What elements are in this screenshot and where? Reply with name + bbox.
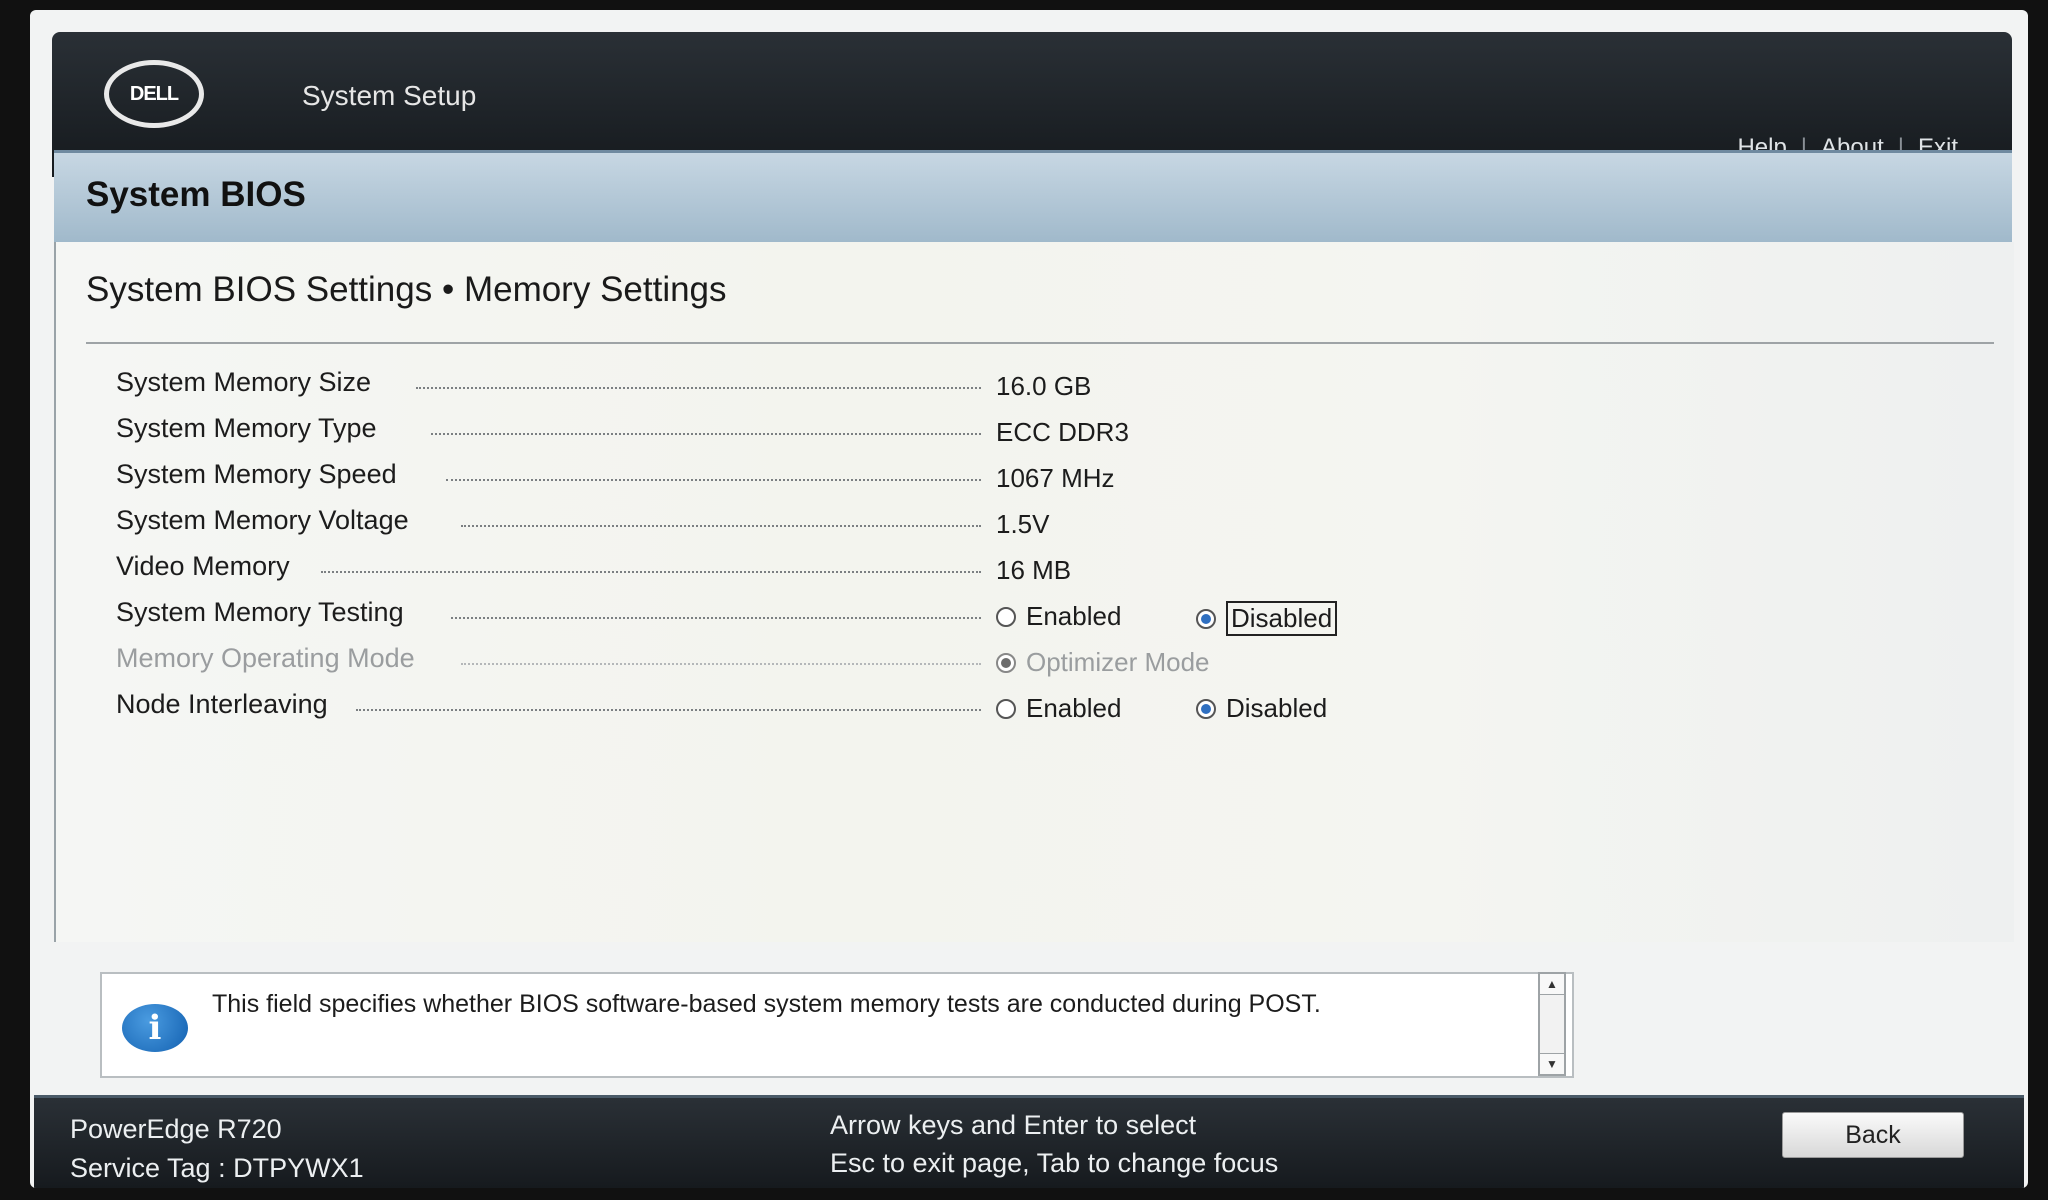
memory-testing-enabled-option[interactable]: Enabled	[996, 601, 1121, 632]
option-label: Enabled	[1026, 693, 1122, 723]
radio-button[interactable]	[996, 698, 1016, 719]
navigation-hint: Arrow keys and Enter to select	[830, 1110, 1197, 1140]
back-button[interactable]: Back	[1782, 1112, 1964, 1158]
row-memory-operating-mode: Memory Operating Mode Optimizer Mode	[116, 643, 1516, 683]
radio-button-selected[interactable]	[1196, 608, 1216, 629]
title-divider	[86, 342, 1994, 344]
row-system-memory-voltage: System Memory Voltage 1.5V	[116, 505, 1516, 545]
memory-testing-disabled-option[interactable]: Disabled	[1196, 601, 1338, 636]
row-system-memory-type: System Memory Type ECC DDR3	[116, 413, 1516, 453]
setting-value: 1067 MHz	[996, 463, 1115, 493]
dotted-leader	[461, 525, 981, 527]
app-title: System Setup	[302, 80, 477, 111]
dotted-leader	[451, 617, 981, 619]
row-system-memory-size: System Memory Size 16.0 GB	[116, 367, 1516, 407]
help-text: This field specifies whether BIOS softwa…	[212, 990, 1321, 1018]
radio-button[interactable]	[996, 606, 1016, 627]
service-tag: Service Tag : DTPYWX1	[70, 1153, 364, 1183]
option-label: Optimizer Mode	[1026, 647, 1210, 677]
node-interleaving-enabled-option[interactable]: Enabled	[996, 693, 1121, 724]
dotted-leader	[461, 663, 981, 665]
setting-value: ECC DDR3	[996, 417, 1129, 447]
setting-label: System Memory Speed	[116, 459, 397, 489]
setting-label: System Memory Testing	[116, 597, 404, 627]
setting-value: 16.0 GB	[996, 371, 1092, 401]
setting-label: System Memory Voltage	[116, 505, 409, 535]
option-label: Disabled	[1226, 693, 1328, 723]
footer-bar: PowerEdge R720 Service Tag : DTPYWX1 Arr…	[34, 1095, 2024, 1188]
row-node-interleaving: Node Interleaving Enabled Disabled	[116, 689, 1516, 729]
setting-label: System Memory Size	[116, 367, 372, 397]
section-title: System BIOS	[86, 175, 306, 214]
navigation-hint: Esc to exit page, Tab to change focus	[830, 1148, 1279, 1178]
system-model: PowerEdge R720	[70, 1114, 282, 1144]
radio-button-selected[interactable]	[1196, 698, 1216, 719]
section-banner: System BIOS	[54, 150, 2012, 245]
page-title: System BIOS Settings • Memory Settings	[86, 270, 727, 309]
row-video-memory: Video Memory 16 MB	[116, 551, 1516, 591]
scroll-up-icon[interactable]: ▲	[1540, 974, 1564, 995]
settings-panel: System BIOS Settings • Memory Settings S…	[54, 242, 2014, 942]
bios-screen: DELL System Setup Help | About | Exit Sy…	[30, 10, 2028, 1188]
dotted-leader	[431, 433, 981, 435]
optimizer-mode-option: Optimizer Mode	[996, 647, 1210, 678]
row-system-memory-speed: System Memory Speed 1067 MHz	[116, 459, 1516, 499]
option-label: Enabled	[1026, 601, 1122, 631]
dotted-leader	[321, 571, 981, 573]
dotted-leader	[416, 387, 981, 389]
info-icon: i	[122, 1004, 188, 1052]
setting-label: System Memory Type	[116, 413, 377, 443]
setting-value: 16 MB	[996, 555, 1072, 585]
node-interleaving-disabled-option[interactable]: Disabled	[1196, 693, 1327, 724]
dell-logo: DELL	[104, 60, 204, 128]
setting-label: Video Memory	[116, 551, 290, 581]
help-panel: i This field specifies whether BIOS soft…	[100, 972, 1574, 1078]
setting-label: Node Interleaving	[116, 689, 328, 719]
option-label-focused: Disabled	[1226, 601, 1338, 636]
help-scrollbar[interactable]: ▲ ▼	[1538, 972, 1566, 1076]
radio-button-selected	[996, 652, 1016, 673]
dotted-leader	[356, 709, 981, 711]
scroll-down-icon[interactable]: ▼	[1540, 1053, 1564, 1074]
setting-value: 1.5V	[996, 509, 1050, 539]
setting-label: Memory Operating Mode	[116, 643, 415, 673]
row-system-memory-testing: System Memory Testing Enabled Disabled	[116, 597, 1516, 637]
dotted-leader	[446, 479, 981, 481]
